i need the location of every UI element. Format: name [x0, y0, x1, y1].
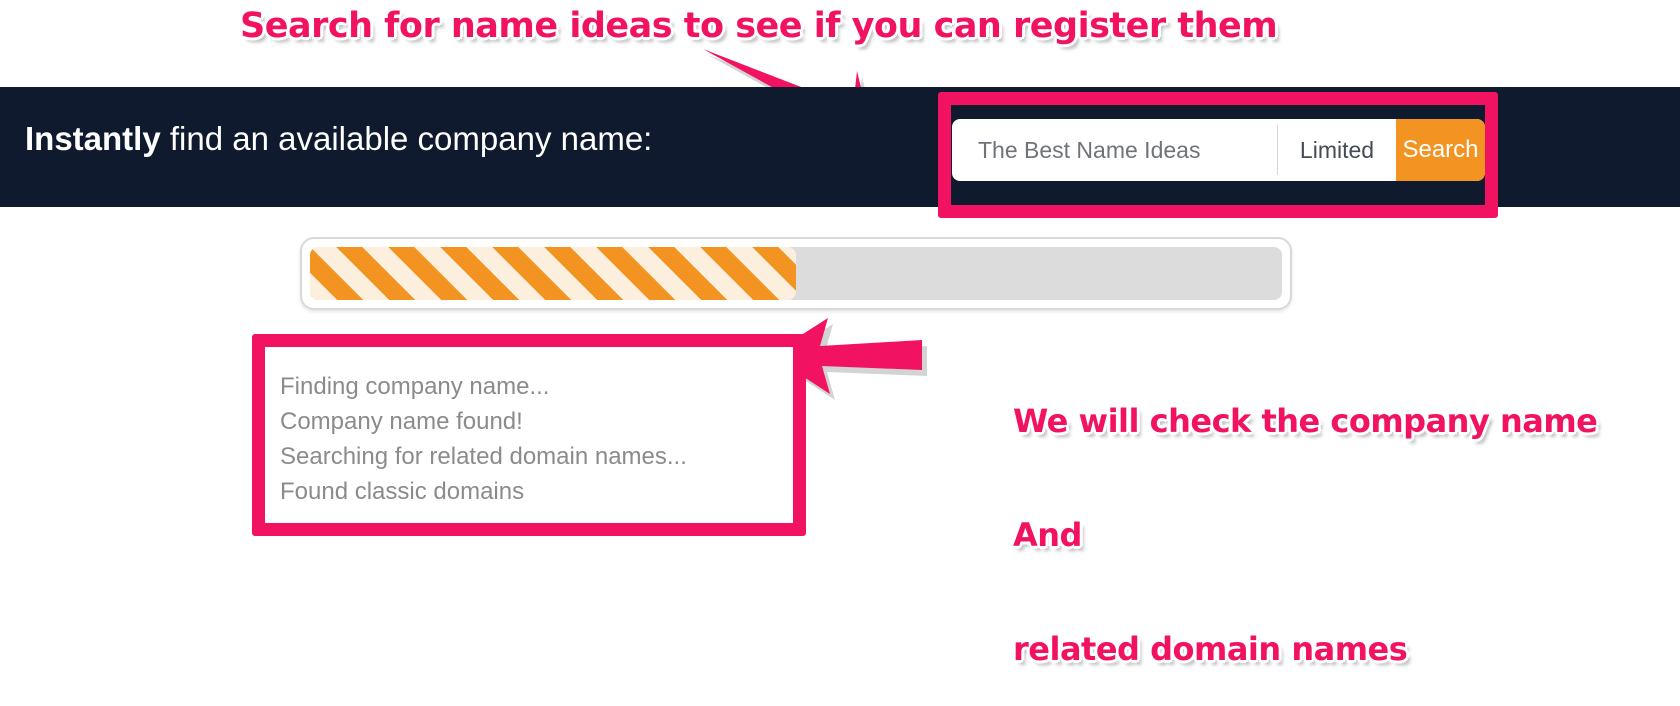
status-line: Finding company name... — [280, 373, 550, 400]
annotation-right-text: We will check the company name And relat… — [1013, 326, 1598, 706]
progress-bar — [300, 237, 1292, 310]
search-input[interactable] — [952, 119, 1277, 181]
search-button[interactable]: Search — [1396, 119, 1485, 181]
page-title-rest: find an available company name: — [160, 120, 653, 157]
status-log: Finding company name... Company name fou… — [265, 347, 793, 523]
status-line: Found classic domains — [280, 478, 525, 505]
page-title-strong: Instantly — [25, 120, 161, 157]
annotation-right-line: And — [1013, 516, 1082, 554]
annotation-right-line: We will check the company name — [1013, 402, 1598, 440]
annotation-top-text: Search for name ideas to see if you can … — [240, 6, 1278, 46]
company-suffix-select[interactable]: Limited — [1278, 119, 1396, 181]
page-title: Instantly find an available company name… — [25, 120, 652, 158]
progress-track — [310, 247, 1282, 300]
annotation-right-line: related domain names — [1013, 630, 1408, 668]
search-widget[interactable]: Limited Search — [952, 119, 1485, 181]
arrow-left-icon — [770, 318, 927, 400]
status-line: Company name found! — [280, 408, 523, 435]
status-line: Searching for related domain names... — [280, 443, 687, 470]
progress-fill — [310, 247, 796, 300]
